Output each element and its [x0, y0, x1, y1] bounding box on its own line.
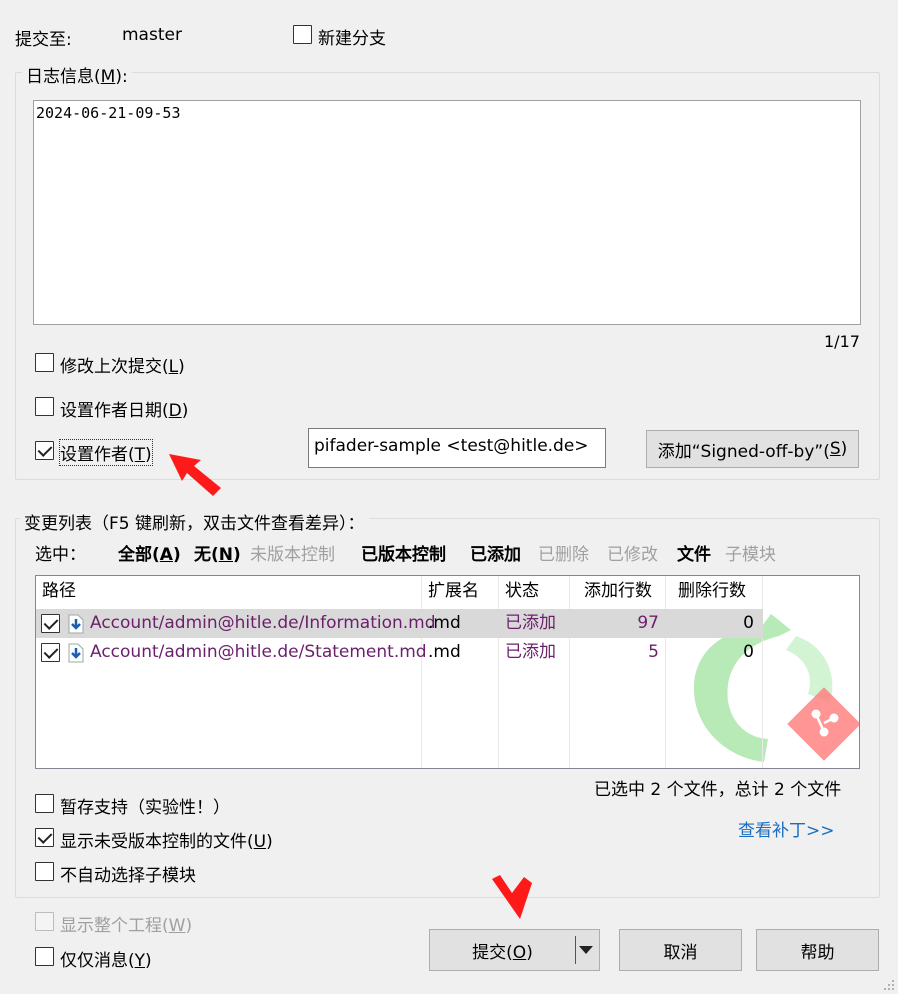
- help-button[interactable]: 帮助: [756, 929, 879, 971]
- branch-name: master: [122, 25, 182, 45]
- chevron-down-icon[interactable]: [579, 946, 593, 954]
- new-branch-checkbox[interactable]: [293, 25, 312, 44]
- amend-checkbox[interactable]: [35, 353, 54, 372]
- filter-files[interactable]: 文件: [677, 540, 711, 565]
- row-checkbox[interactable]: [41, 643, 60, 662]
- no-auto-submodule-label: 不自动选择子模块: [60, 866, 196, 886]
- show-whole-project-label: 显示整个工程(W): [60, 916, 193, 936]
- set-author-label: 设置作者(T): [59, 439, 153, 466]
- author-input-value: pifader-sample <test@hitle.de>: [314, 436, 589, 456]
- author-input[interactable]: pifader-sample <test@hitle.de>: [308, 428, 606, 468]
- resize-grip-icon[interactable]: [882, 978, 896, 992]
- col-extension[interactable]: 扩展名: [422, 576, 498, 606]
- filter-deleted[interactable]: 已删除: [538, 540, 589, 565]
- message-counter: 1/17: [824, 332, 860, 351]
- message-only-checkbox[interactable]: [35, 947, 54, 966]
- col-status[interactable]: 状态: [499, 576, 569, 606]
- commit-button-label[interactable]: 提交(O): [430, 938, 575, 963]
- filter-versioned[interactable]: 已版本控制: [361, 540, 446, 565]
- row-lines-deleted: 0: [743, 613, 754, 633]
- filter-none[interactable]: 无(N): [194, 540, 241, 565]
- view-patch-link[interactable]: 查看补丁>>: [738, 816, 835, 841]
- filter-all[interactable]: 全部(A): [118, 540, 181, 565]
- row-lines-added: 5: [648, 642, 659, 662]
- filter-added[interactable]: 已添加: [470, 540, 521, 565]
- filter-submodules[interactable]: 子模块: [725, 540, 776, 565]
- annotation-arrow-icon: [169, 454, 221, 496]
- signed-off-by-button[interactable]: 添加“Signed-off-by”(S): [646, 430, 859, 468]
- cancel-button[interactable]: 取消: [619, 929, 742, 971]
- filter-modified[interactable]: 已修改: [607, 540, 658, 565]
- new-branch-label: 新建分支: [318, 29, 386, 49]
- file-list[interactable]: 路径 扩展名 状态 添加行数 删除行数 Account/admin@hitle.…: [35, 575, 860, 769]
- filter-unversioned[interactable]: 未版本控制: [250, 540, 335, 565]
- select-label: 选中：: [35, 545, 86, 565]
- col-lines-added[interactable]: 添加行数: [570, 576, 665, 606]
- stash-support-checkbox[interactable]: [35, 794, 54, 813]
- table-row[interactable]: Account/admin@hitle.de/Information.md .m…: [36, 609, 763, 638]
- row-status: 已添加: [505, 642, 556, 662]
- row-path: Account/admin@hitle.de/Information.md: [90, 613, 436, 633]
- set-author-checkbox[interactable]: [35, 441, 54, 460]
- commit-to-label: 提交至:: [15, 30, 72, 50]
- row-status: 已添加: [505, 613, 556, 633]
- stash-support-label: 暂存支持（实验性！）: [60, 798, 230, 818]
- row-path: Account/admin@hitle.de/Statement.md: [90, 642, 427, 662]
- show-unversioned-label: 显示未受版本控制的文件(U): [60, 832, 273, 852]
- commit-message-editor[interactable]: 2024-06-21-09-53: [33, 100, 861, 325]
- row-lines-deleted: 0: [743, 642, 754, 662]
- commit-message-text: 2024-06-21-09-53: [36, 104, 181, 122]
- set-author-date-checkbox[interactable]: [35, 397, 54, 416]
- amend-label: 修改上次提交(L): [60, 357, 185, 377]
- no-auto-submodule-checkbox[interactable]: [35, 862, 54, 881]
- added-file-icon: [68, 614, 84, 634]
- col-lines-deleted[interactable]: 删除行数: [666, 576, 762, 606]
- changes-title: 变更列表（F5 键刷新，双击文件查看差异）：: [20, 509, 369, 534]
- set-author-date-label: 设置作者日期(D): [60, 401, 189, 421]
- show-unversioned-checkbox[interactable]: [35, 828, 54, 847]
- message-only-label: 仅仅消息(Y): [60, 951, 152, 971]
- log-message-title: 日志信息(M):: [22, 62, 132, 87]
- added-file-icon: [68, 643, 84, 663]
- annotation-arrow-down-icon: [492, 875, 532, 919]
- show-whole-project-checkbox[interactable]: [35, 912, 54, 931]
- selection-summary: 已选中 2 个文件，总计 2 个文件: [594, 780, 842, 800]
- row-checkbox[interactable]: [41, 614, 60, 633]
- col-path[interactable]: 路径: [36, 576, 421, 606]
- table-row[interactable]: Account/admin@hitle.de/Statement.md .md …: [36, 638, 763, 667]
- commit-split-button[interactable]: 提交(O): [429, 929, 600, 971]
- row-extension: .md: [428, 642, 461, 662]
- row-lines-added: 97: [637, 613, 659, 633]
- row-extension: .md: [428, 613, 461, 633]
